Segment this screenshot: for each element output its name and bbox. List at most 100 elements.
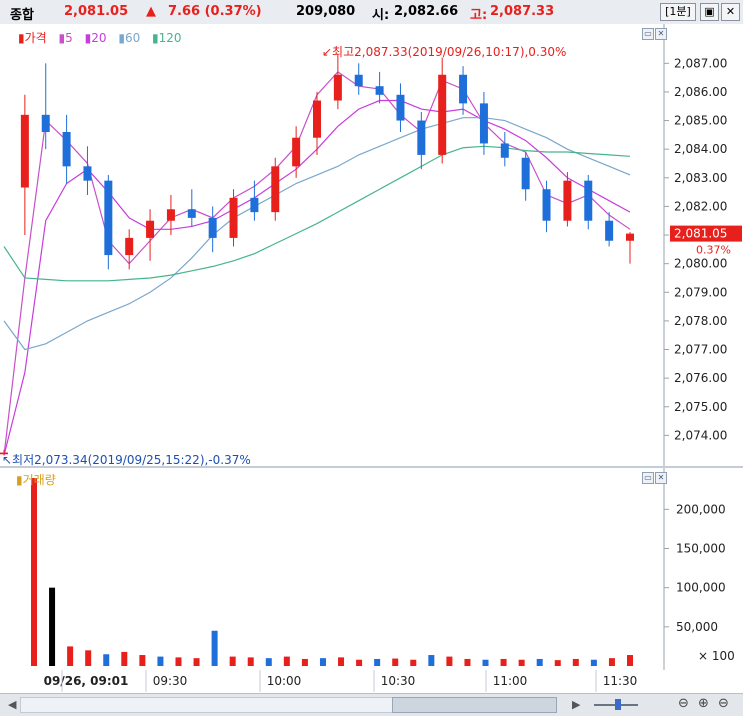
close-button[interactable]: ✕ bbox=[721, 3, 740, 21]
high-annotation: ↙최고2,087.33(2019/09/26,10:17),0.30% bbox=[322, 45, 566, 59]
x-tick-label: 11:30 bbox=[603, 674, 638, 688]
y-tick-label: 2,082.00 bbox=[674, 199, 727, 213]
volume-bar bbox=[392, 658, 399, 666]
volume-chart[interactable]: 50,000 100,000 150,000 200,000 × 100 bbox=[0, 468, 743, 670]
y-tick-label: 2,083.00 bbox=[674, 171, 727, 185]
volume-bar bbox=[175, 657, 182, 666]
volume-maximize-icon[interactable]: ▭ bbox=[642, 472, 654, 484]
volume-bar bbox=[265, 658, 272, 666]
volume-bar bbox=[410, 659, 417, 666]
candle-body bbox=[292, 137, 301, 167]
x-tick-label: 11:00 bbox=[493, 674, 528, 688]
candle-body bbox=[375, 86, 384, 95]
volume-bar bbox=[356, 659, 363, 666]
ma-line-120 bbox=[3, 145, 631, 282]
candle-body bbox=[417, 120, 426, 155]
volume-bar bbox=[446, 656, 453, 666]
volume-bar bbox=[229, 656, 236, 666]
candle-body bbox=[271, 166, 280, 213]
volume-bar bbox=[500, 658, 507, 666]
volume-bar bbox=[319, 658, 326, 666]
candle-body bbox=[250, 197, 259, 213]
candle-body bbox=[626, 233, 634, 241]
open-label: 시: bbox=[372, 8, 390, 23]
current-price: 2,081.05 bbox=[64, 4, 129, 19]
y-tick-label: 2,080.00 bbox=[674, 257, 727, 271]
restore-button[interactable]: ▣ bbox=[700, 3, 719, 21]
x-tick-label: 10:30 bbox=[381, 674, 416, 688]
legend-ma60: ▮60 bbox=[118, 31, 141, 45]
volume-bar bbox=[31, 478, 37, 666]
candle-body bbox=[521, 157, 530, 190]
volume-bar bbox=[193, 658, 200, 666]
candle-body bbox=[62, 132, 71, 167]
candle-body bbox=[542, 189, 551, 221]
open-price: 2,082.66 bbox=[394, 4, 459, 19]
legend-volume: ▮거래량 bbox=[16, 473, 56, 487]
volume-bar bbox=[374, 658, 381, 666]
y-tick-label: 2,074.00 bbox=[674, 428, 727, 442]
scroll-thumb[interactable] bbox=[392, 697, 557, 713]
volume-bar bbox=[139, 655, 146, 666]
candle-body bbox=[479, 103, 488, 144]
zoom-out-icon[interactable]: ⊖ bbox=[718, 696, 729, 711]
low-annotation: ↖최저2,073.34(2019/09/25,15:22),-0.37% bbox=[2, 453, 251, 467]
time-axis-svg: 09/26, 09:01 09:30 10:00 10:30 11:00 11:30 bbox=[44, 670, 638, 692]
zoom-in-icon[interactable]: ⊕ bbox=[698, 696, 709, 711]
header-bar: 종합 2,081.05 ▲ 7.66 (0.37%) 209,080 시: 2,… bbox=[0, 0, 743, 25]
volume-bar bbox=[67, 646, 74, 666]
scroll-right-icon[interactable]: ▶ bbox=[572, 698, 580, 711]
candle-body bbox=[333, 74, 342, 101]
legend-ma5: ▮5 bbox=[58, 31, 73, 45]
volume-bar bbox=[49, 587, 56, 666]
candle-body bbox=[229, 197, 238, 238]
candle-body bbox=[605, 220, 614, 241]
volume-close-icon[interactable]: ✕ bbox=[655, 472, 667, 484]
candle-body bbox=[563, 180, 572, 221]
candle-body bbox=[166, 209, 175, 221]
scroll-left-icon[interactable]: ◀ bbox=[8, 698, 16, 711]
volume-bar bbox=[464, 658, 471, 666]
volume-unit-label: × 100 bbox=[698, 649, 735, 663]
current-pct-label: 0.37% bbox=[696, 244, 731, 257]
volume-tick-label: 150,000 bbox=[676, 542, 726, 556]
volume-bar bbox=[85, 650, 92, 666]
candle-body bbox=[20, 114, 29, 188]
y-tick-label: 2,087.00 bbox=[674, 56, 727, 70]
volume-bar bbox=[247, 657, 254, 666]
current-price-label: 2,081.05 bbox=[674, 227, 727, 241]
candle-body bbox=[354, 74, 363, 87]
volume-bar bbox=[283, 656, 290, 666]
volume-tick-label: 200,000 bbox=[676, 502, 726, 516]
candle-body bbox=[500, 143, 509, 158]
y-tick-label: 2,085.00 bbox=[674, 114, 727, 128]
zoom-slider-handle[interactable] bbox=[615, 699, 621, 710]
candle-body bbox=[104, 180, 113, 256]
trade-volume: 209,080 bbox=[296, 4, 356, 19]
candle-body bbox=[187, 209, 196, 218]
volume-tick-label: 100,000 bbox=[676, 581, 726, 595]
zoom-reset-icon[interactable]: ⊖ bbox=[678, 696, 689, 711]
candle-body bbox=[313, 100, 321, 138]
chart-scrollbar[interactable]: ◀ ▶ ⊖ ⊕ ⊖ bbox=[0, 693, 743, 716]
volume-bar bbox=[103, 654, 110, 666]
volume-legend: ▮거래량 bbox=[16, 471, 64, 488]
y-tick-label: 2,078.00 bbox=[674, 314, 727, 328]
volume-bar bbox=[428, 655, 435, 666]
panel-maximize-icon[interactable]: ▭ bbox=[642, 28, 654, 40]
y-tick-label: 2,076.00 bbox=[674, 371, 727, 385]
period-select-button[interactable]: [1분] bbox=[660, 3, 696, 21]
volume-bar bbox=[590, 659, 597, 666]
volume-bar bbox=[301, 658, 308, 666]
y-tick-label: 2,084.00 bbox=[674, 142, 727, 156]
price-chart-panel: 2,074.00 2,075.00 2,076.00 2,077.00 2,078.00… bbox=[0, 24, 743, 467]
y-tick-label: 2,075.00 bbox=[674, 400, 727, 414]
x-tick-label: 09:30 bbox=[153, 674, 188, 688]
y-tick-label: 2,079.00 bbox=[674, 285, 727, 299]
volume-bar bbox=[338, 657, 345, 666]
price-chart[interactable]: 2,074.00 2,075.00 2,076.00 2,077.00 2,078.00… bbox=[0, 24, 743, 467]
candle-body bbox=[41, 114, 50, 132]
volume-bar bbox=[482, 659, 489, 666]
x-tick-label: 09/26, 09:01 bbox=[44, 674, 129, 688]
panel-close-icon[interactable]: ✕ bbox=[655, 28, 667, 40]
